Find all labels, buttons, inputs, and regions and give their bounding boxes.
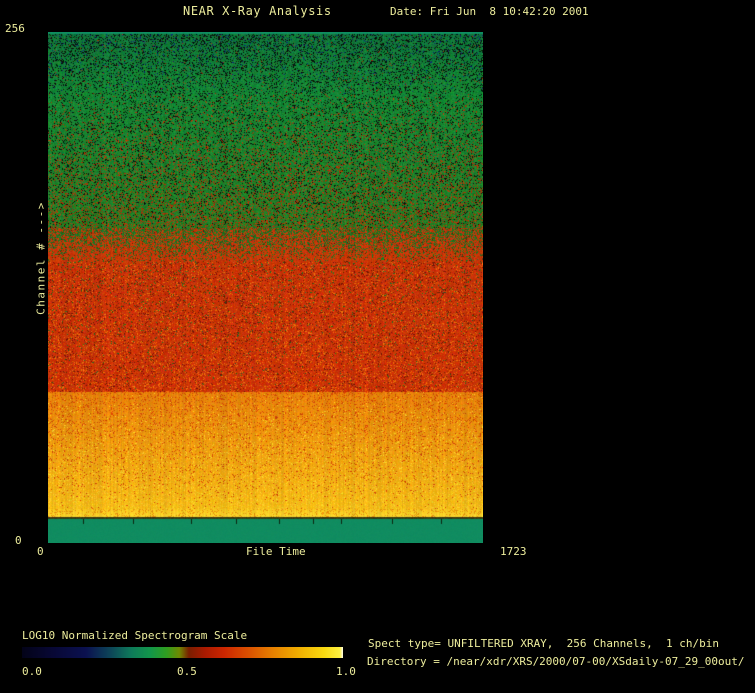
- spectrogram-canvas: [48, 32, 483, 543]
- colorbar-title: LOG10 Normalized Spectrogram Scale: [22, 629, 248, 642]
- x-axis-min-label: 0: [37, 545, 44, 558]
- x-axis-title: File Time: [246, 545, 306, 558]
- page-title: NEAR X-Ray Analysis: [183, 4, 332, 18]
- colorbar-min-label: 0.0: [22, 665, 42, 678]
- date-label: Date: Fri Jun 8 10:42:20 2001: [390, 5, 589, 18]
- y-axis-title: Channel # --->: [34, 201, 48, 315]
- directory-label: Directory = /near/xdr/XRS/2000/07-00/XSd…: [367, 655, 745, 668]
- colorbar-gradient: [22, 647, 343, 658]
- colorbar-mid-label: 0.5: [177, 665, 197, 678]
- x-axis-max-label: 1723: [500, 545, 527, 558]
- y-axis-min-label: 0: [15, 534, 22, 547]
- y-axis-max-label: 256: [5, 22, 25, 35]
- colorbar-max-label: 1.0: [336, 665, 356, 678]
- spect-type-label: Spect type= UNFILTERED XRAY, 256 Channel…: [368, 637, 719, 650]
